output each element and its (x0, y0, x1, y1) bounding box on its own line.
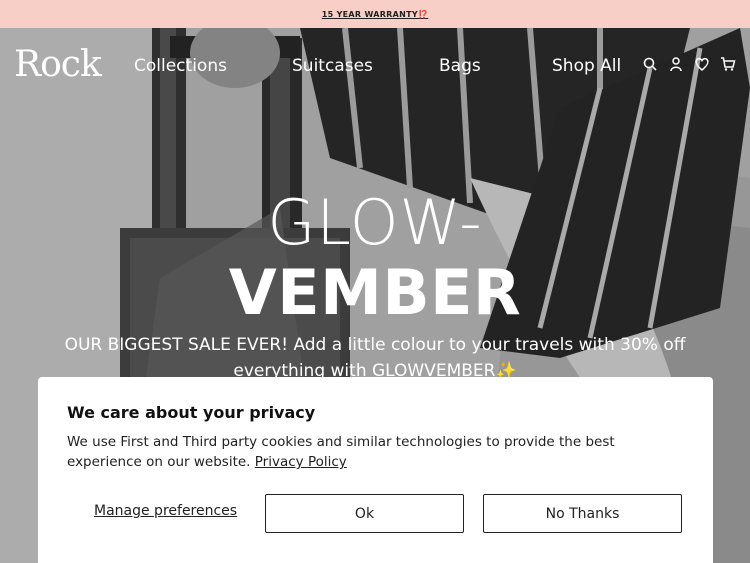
brand-logo[interactable]: Rock (14, 44, 102, 85)
nav-collections[interactable]: Collections (134, 56, 227, 76)
nav-bags[interactable]: Bags (439, 56, 481, 76)
hero-headline-line1: GLOW- (267, 186, 483, 259)
hero-headline-line2: VEMBER (228, 256, 522, 329)
manage-preferences-link[interactable]: Manage preferences (94, 503, 237, 519)
announcement-bar: 15 YEAR WARRANTY⁉️ (0, 0, 750, 28)
privacy-policy-link[interactable]: Privacy Policy (255, 454, 347, 470)
wishlist-icon[interactable] (694, 56, 710, 72)
no-thanks-button[interactable]: No Thanks (483, 494, 682, 533)
nav-shop-all[interactable]: Shop All (552, 56, 621, 76)
cookie-title: We care about your privacy (67, 403, 316, 422)
site-header: Rock Collections Suitcases Bags Shop All (0, 28, 750, 104)
nav-suitcases[interactable]: Suitcases (292, 56, 373, 76)
cart-icon[interactable] (720, 56, 736, 72)
ok-button[interactable]: Ok (265, 494, 464, 533)
search-icon[interactable] (642, 56, 658, 72)
warranty-link[interactable]: 15 YEAR WARRANTY⁉️ (322, 10, 429, 19)
account-icon[interactable] (668, 56, 684, 72)
cookie-consent-dialog: We care about your privacy We use First … (38, 377, 713, 563)
cookie-body: We use First and Third party cookies and… (67, 432, 684, 472)
